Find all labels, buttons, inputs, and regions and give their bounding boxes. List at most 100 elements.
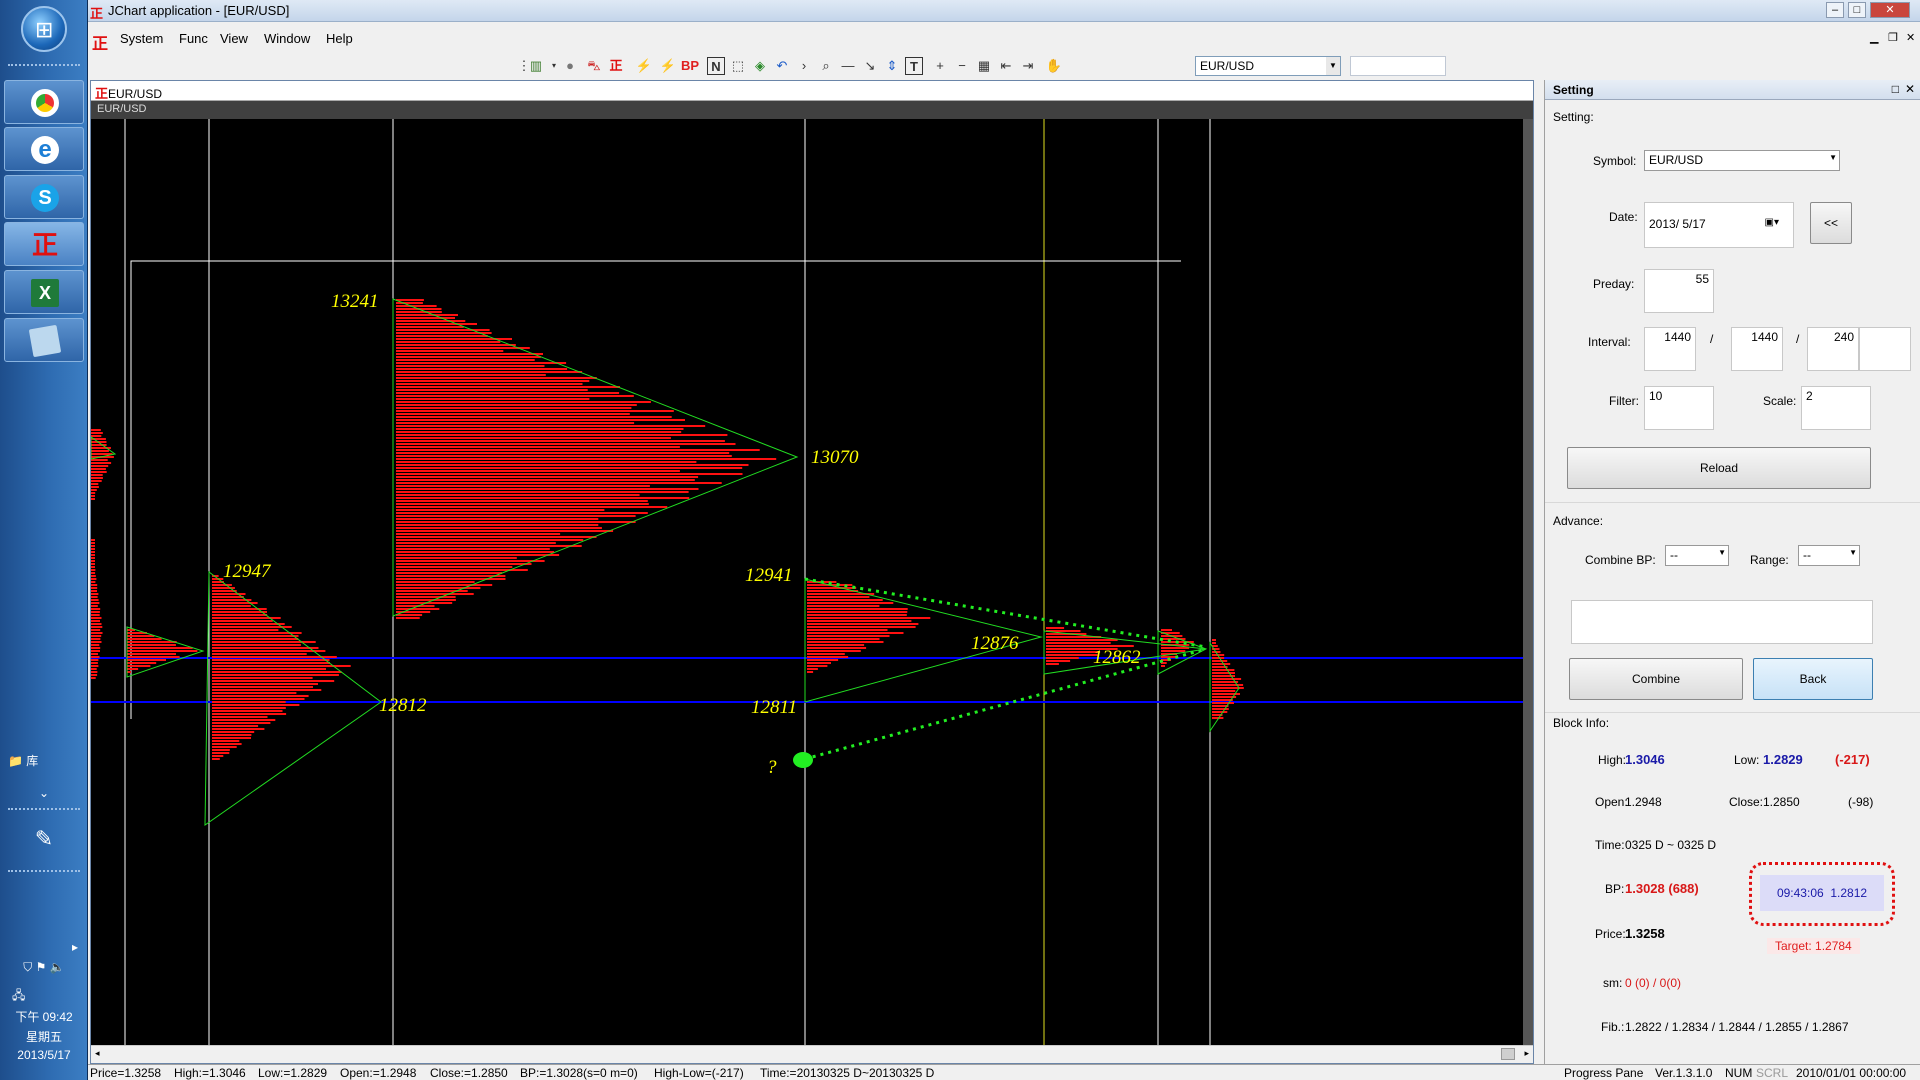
profile-bar [212, 623, 285, 625]
profile-bar [91, 489, 97, 491]
menu-help[interactable]: Help [326, 31, 353, 46]
toolbar-blank-input[interactable] [1350, 56, 1446, 76]
car-icon[interactable]: ⛍ [585, 57, 603, 75]
status-bp: BP:=1.3028(s=0 m=0) [520, 1066, 638, 1080]
zoom-icon[interactable]: ⌕ [817, 57, 835, 75]
panel-float-icon[interactable]: □ [1892, 82, 1899, 96]
library-shortcut[interactable]: 📁 库 [4, 752, 84, 769]
calendar-icon[interactable]: ▣▾ [1765, 217, 1779, 228]
grid-icon[interactable]: ▦ [975, 57, 993, 75]
taskbar-explorer[interactable] [4, 318, 84, 362]
trendline-icon[interactable]: ↘ [861, 57, 879, 75]
price-label: Price: [1595, 927, 1626, 941]
reload-button[interactable]: Reload [1567, 447, 1871, 489]
mdi-close-button[interactable]: ✕ [1906, 31, 1915, 44]
maximize-button[interactable]: □ [1848, 2, 1866, 18]
scale-input[interactable]: 2 [1801, 386, 1871, 430]
interval-input-1[interactable]: 1440 [1644, 327, 1696, 371]
circle-icon[interactable]: ● [561, 57, 579, 75]
profile-bar [396, 563, 532, 565]
volume-icon[interactable]: 🔈 [50, 960, 65, 974]
chart-canvas[interactable]: 13241 13070 12947 12812 12941 12876 12862 12811… [91, 119, 1523, 1045]
forward-icon[interactable]: ⇥ [1019, 57, 1037, 75]
lightning-red-icon[interactable]: ⚡ [659, 57, 677, 75]
profile-bar [91, 554, 95, 556]
interval-input-2[interactable]: 1440 [1731, 327, 1783, 371]
select-icon[interactable]: ⬚ [729, 57, 747, 75]
flag-icon[interactable]: ⚑ [36, 960, 47, 974]
menu-view[interactable]: View [220, 31, 248, 46]
arrows-icon[interactable]: ⇕ [883, 57, 901, 75]
symbol-select[interactable]: EUR/USD ▼ [1644, 150, 1840, 171]
menu-func[interactable]: Func [179, 31, 208, 46]
open-label: Open: [1595, 795, 1628, 809]
network-icon[interactable]: 🖧 [4, 986, 84, 1007]
profile-bar [91, 629, 101, 631]
combine-button[interactable]: Combine [1569, 658, 1743, 700]
taskbar-skype[interactable]: S [4, 175, 84, 219]
lightning-icon[interactable]: ⚡ [635, 57, 653, 75]
vertical-scrollbar[interactable] [1523, 119, 1533, 1045]
interval-input-3[interactable]: 240 [1807, 327, 1859, 371]
tray-expand-icon[interactable]: ▸ [4, 940, 84, 954]
note-app-icon[interactable]: ✎ [4, 826, 84, 852]
chart-tab[interactable]: 正EUR/USD [91, 81, 1533, 101]
mdi-minimize-button[interactable]: ▁ [1870, 31, 1878, 44]
filter-label: Filter: [1609, 394, 1639, 408]
price-label: 12811 [751, 697, 797, 718]
title-bar: 正 JChart application - [EUR/USD] – □ ✕ [88, 0, 1920, 22]
horizontal-scrollbar[interactable]: ◂ ▸ [91, 1045, 1533, 1063]
back-button[interactable]: Back [1753, 658, 1873, 700]
toolbar-symbol-select[interactable]: EUR/USD ▼ [1195, 56, 1341, 76]
next-icon[interactable]: › [795, 57, 813, 75]
start-button[interactable]: ⊞ [21, 6, 67, 52]
profile-bar [396, 536, 597, 538]
clock-time[interactable]: 下午 09:42 [4, 1008, 84, 1025]
taskbar-chrome[interactable] [4, 80, 84, 124]
minus-icon[interactable]: − [953, 57, 971, 75]
divider [1545, 502, 1920, 503]
profile-bar [396, 551, 555, 553]
date-picker[interactable]: 2013/ 5/17 ▣▾ [1644, 202, 1794, 248]
shield-icon[interactable]: ⛉ [23, 960, 32, 974]
preday-input[interactable]: 55 [1644, 269, 1714, 313]
scroll-thumb[interactable] [1501, 1048, 1515, 1060]
expand-icon[interactable]: ⌄ [4, 786, 84, 800]
menu-system[interactable]: System [120, 31, 163, 46]
scroll-left-icon[interactable]: ◂ [95, 1048, 100, 1059]
hline-icon[interactable]: — [839, 57, 857, 75]
profile-bar [91, 677, 96, 679]
bp-button[interactable]: BP [679, 57, 701, 75]
back-icon[interactable]: ⇤ [997, 57, 1015, 75]
text-tool-button[interactable]: T [905, 57, 923, 75]
profile-bar [91, 662, 98, 664]
menu-window[interactable]: Window [264, 31, 310, 46]
chart-type-icon[interactable]: ▥ [527, 57, 545, 75]
logo-tool-icon[interactable]: 正 [607, 57, 625, 75]
plus-icon[interactable]: + [931, 57, 949, 75]
profile-bar [1046, 639, 1118, 641]
mdi-restore-button[interactable]: ❐ [1888, 31, 1898, 44]
filter-input[interactable]: 10 [1644, 386, 1714, 430]
interval-input-4[interactable] [1859, 327, 1911, 371]
profile-bar [396, 614, 423, 616]
date-back-button[interactable]: << [1810, 202, 1852, 244]
n-button[interactable]: N [707, 57, 725, 75]
taskbar-jchart[interactable]: 正 [4, 222, 84, 266]
taskbar-ie[interactable]: e [4, 127, 84, 171]
profile-bar [91, 444, 107, 446]
profile-bar [1212, 663, 1231, 665]
minimize-button[interactable]: – [1826, 2, 1844, 18]
taskbar-excel[interactable]: X [4, 270, 84, 314]
combine-bp-select[interactable]: -- ▼ [1665, 545, 1729, 566]
range-select[interactable]: -- ▼ [1798, 545, 1860, 566]
hand-icon[interactable]: ✋ [1045, 57, 1063, 75]
profile-bar [396, 368, 568, 370]
panel-close-icon[interactable]: ✕ [1905, 82, 1915, 96]
tray-icons: ⛉ ⚑ 🔈 [4, 960, 84, 975]
undo-icon[interactable]: ↶ [773, 57, 791, 75]
close-button[interactable]: ✕ [1870, 2, 1910, 18]
scroll-right-icon[interactable]: ▸ [1524, 1048, 1529, 1059]
combine-input[interactable] [1571, 600, 1873, 644]
cube-icon[interactable]: ◈ [751, 57, 769, 75]
